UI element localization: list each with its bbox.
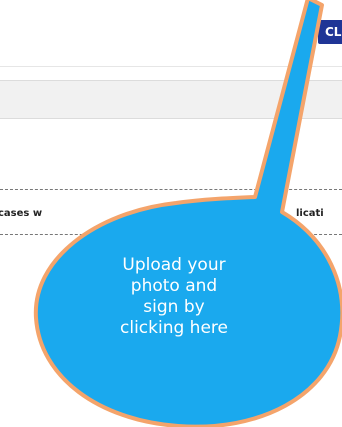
callout-shape[interactable] bbox=[33, 0, 342, 427]
callout-line-3: sign by bbox=[143, 297, 205, 317]
callout-line-2: photo and bbox=[130, 276, 218, 296]
upload-callout-bubble[interactable] bbox=[0, 0, 342, 427]
page: CL cases w licati Upload your photo and … bbox=[0, 0, 342, 427]
callout-line-1: Upload your bbox=[122, 255, 226, 275]
callout-text[interactable]: Upload your photo and sign by clicking h… bbox=[74, 255, 274, 339]
callout-line-4: clicking here bbox=[120, 318, 228, 338]
